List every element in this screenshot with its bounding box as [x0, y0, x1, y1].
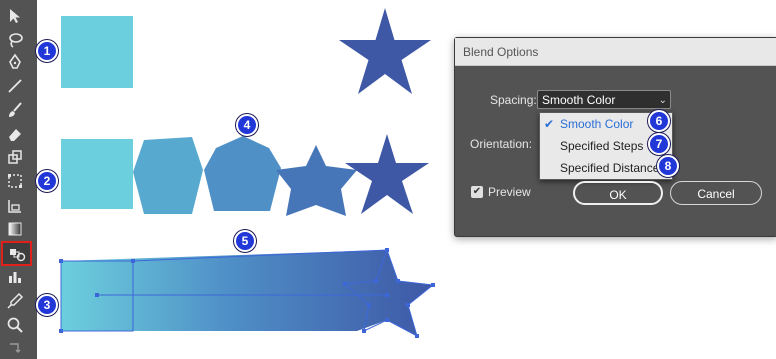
- blend-step-1: [133, 137, 203, 214]
- chevron-down-icon: ⌄: [658, 95, 667, 106]
- source-square[interactable]: [61, 16, 133, 88]
- blend-tool-icon: [9, 248, 25, 261]
- lasso-tool[interactable]: [4, 31, 26, 49]
- eyedropper-icon: [7, 292, 24, 309]
- eraser-icon: [9, 129, 21, 141]
- paintbrush-icon: [9, 102, 22, 117]
- free-transform-tool[interactable]: [4, 172, 26, 190]
- free-transform-icon: [8, 174, 22, 188]
- zoom-tool[interactable]: [4, 316, 26, 334]
- callout-badge-3: 3: [36, 294, 58, 316]
- dialog-title[interactable]: Blend Options: [455, 38, 776, 66]
- scale-tool[interactable]: [4, 148, 26, 166]
- line-segment-icon: [8, 79, 22, 93]
- callout-badge-4: 4: [236, 114, 258, 136]
- preview-label: Preview: [488, 185, 531, 199]
- checkmark-icon: ✔: [544, 117, 555, 131]
- zoom-icon: [7, 317, 23, 333]
- chart-table-icon: [8, 200, 21, 213]
- line-segment-tool[interactable]: [4, 77, 26, 95]
- gradient-tool[interactable]: [4, 220, 26, 238]
- callout-badge-1: 1: [36, 40, 58, 62]
- tools-panel: [0, 0, 37, 359]
- blend-step-square: [61, 139, 133, 209]
- callout-badge-7: 7: [648, 133, 670, 155]
- smooth-color-blend[interactable]: [61, 250, 433, 336]
- checkbox-check-icon: ✔: [471, 186, 483, 198]
- selection-arrow-icon: [10, 9, 20, 23]
- menu-item-specified-distance[interactable]: Specified Distance: [540, 157, 672, 179]
- orientation-label: Orientation:: [470, 137, 533, 151]
- blend-step-star: [345, 134, 429, 214]
- ok-button[interactable]: OK: [573, 181, 663, 205]
- eyedropper-tool[interactable]: [4, 292, 26, 310]
- selection-tool[interactable]: [4, 7, 26, 25]
- chart-table-tool[interactable]: [4, 197, 26, 215]
- callout-badge-8: 8: [657, 155, 679, 177]
- spacing-dropdown[interactable]: Smooth Color ⌄: [537, 90, 671, 109]
- lasso-icon: [9, 33, 23, 48]
- swap-colors-tool[interactable]: [4, 339, 26, 357]
- pen-tool[interactable]: [4, 53, 26, 71]
- column-graph-tool[interactable]: [4, 268, 26, 286]
- blend-step-3: [276, 145, 357, 216]
- spacing-value: Smooth Color: [542, 93, 616, 107]
- blend-tool[interactable]: [1, 241, 32, 266]
- source-star[interactable]: [339, 8, 431, 94]
- paintbrush-tool[interactable]: [4, 101, 26, 119]
- scale-icon: [8, 150, 22, 164]
- swap-colors-icon: [10, 343, 21, 353]
- cancel-button[interactable]: Cancel: [670, 181, 762, 205]
- blend-step-2: [204, 136, 281, 211]
- callout-badge-6: 6: [648, 110, 670, 132]
- blend-options-dialog: Blend Options Spacing: Smooth Color ⌄ Or…: [454, 37, 776, 237]
- column-graph-icon: [9, 272, 21, 283]
- callout-badge-5: 5: [234, 230, 256, 252]
- callout-badge-2: 2: [36, 170, 58, 192]
- pen-icon: [9, 53, 21, 69]
- gradient-icon: [8, 222, 22, 236]
- spacing-label: Spacing:: [490, 93, 537, 107]
- eraser-tool[interactable]: [4, 125, 26, 143]
